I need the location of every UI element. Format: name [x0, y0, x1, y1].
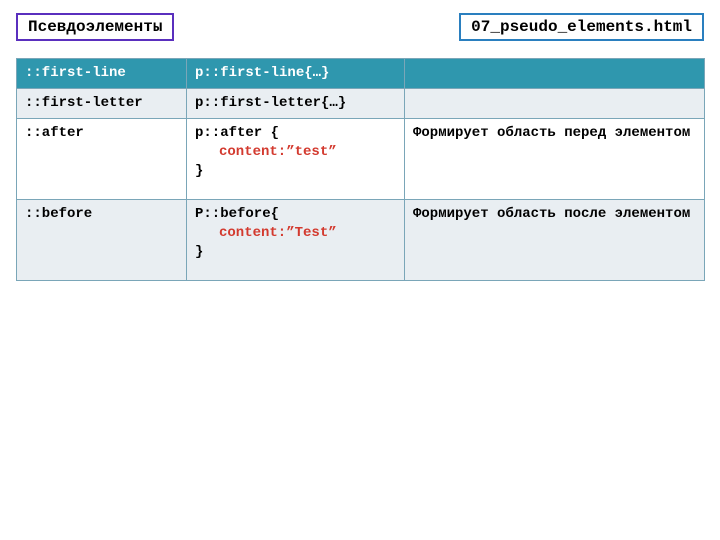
cell-code: p::first-line{…} — [187, 59, 405, 89]
cell-code: P::before{ content:”Test” } — [187, 199, 405, 280]
cell-desc — [405, 59, 705, 89]
code-open: P::before{ — [195, 205, 396, 224]
table-row: ::after p::after { content:”test” } Форм… — [17, 118, 705, 199]
cell-selector: ::first-line — [17, 59, 187, 89]
cell-code: p::first-letter{…} — [187, 88, 405, 118]
code-close: } — [195, 243, 396, 262]
cell-selector: ::after — [17, 118, 187, 199]
cell-code: p::after { content:”test” } — [187, 118, 405, 199]
filename-label: 07_pseudo_elements.html — [459, 13, 704, 41]
cell-selector: ::first-letter — [17, 88, 187, 118]
code-content: content:”Test” — [195, 224, 396, 243]
code-close: } — [195, 162, 396, 181]
table-row: ::first-letter p::first-letter{…} — [17, 88, 705, 118]
cell-desc: Формирует область после элементом — [405, 199, 705, 280]
cell-desc: Формирует область перед элементом — [405, 118, 705, 199]
cell-desc — [405, 88, 705, 118]
code-open: p::after { — [195, 124, 396, 143]
pseudo-elements-table: ::first-line p::first-line{…} ::first-le… — [16, 58, 705, 281]
table-row: ::first-line p::first-line{…} — [17, 59, 705, 89]
cell-selector: ::before — [17, 199, 187, 280]
page-title: Псевдоэлементы — [16, 13, 174, 41]
code-open: p::first-letter{…} — [195, 94, 396, 113]
table-row: ::before P::before{ content:”Test” } Фор… — [17, 199, 705, 280]
code-content: content:”test” — [195, 143, 396, 162]
code-open: p::first-line{…} — [195, 64, 396, 83]
